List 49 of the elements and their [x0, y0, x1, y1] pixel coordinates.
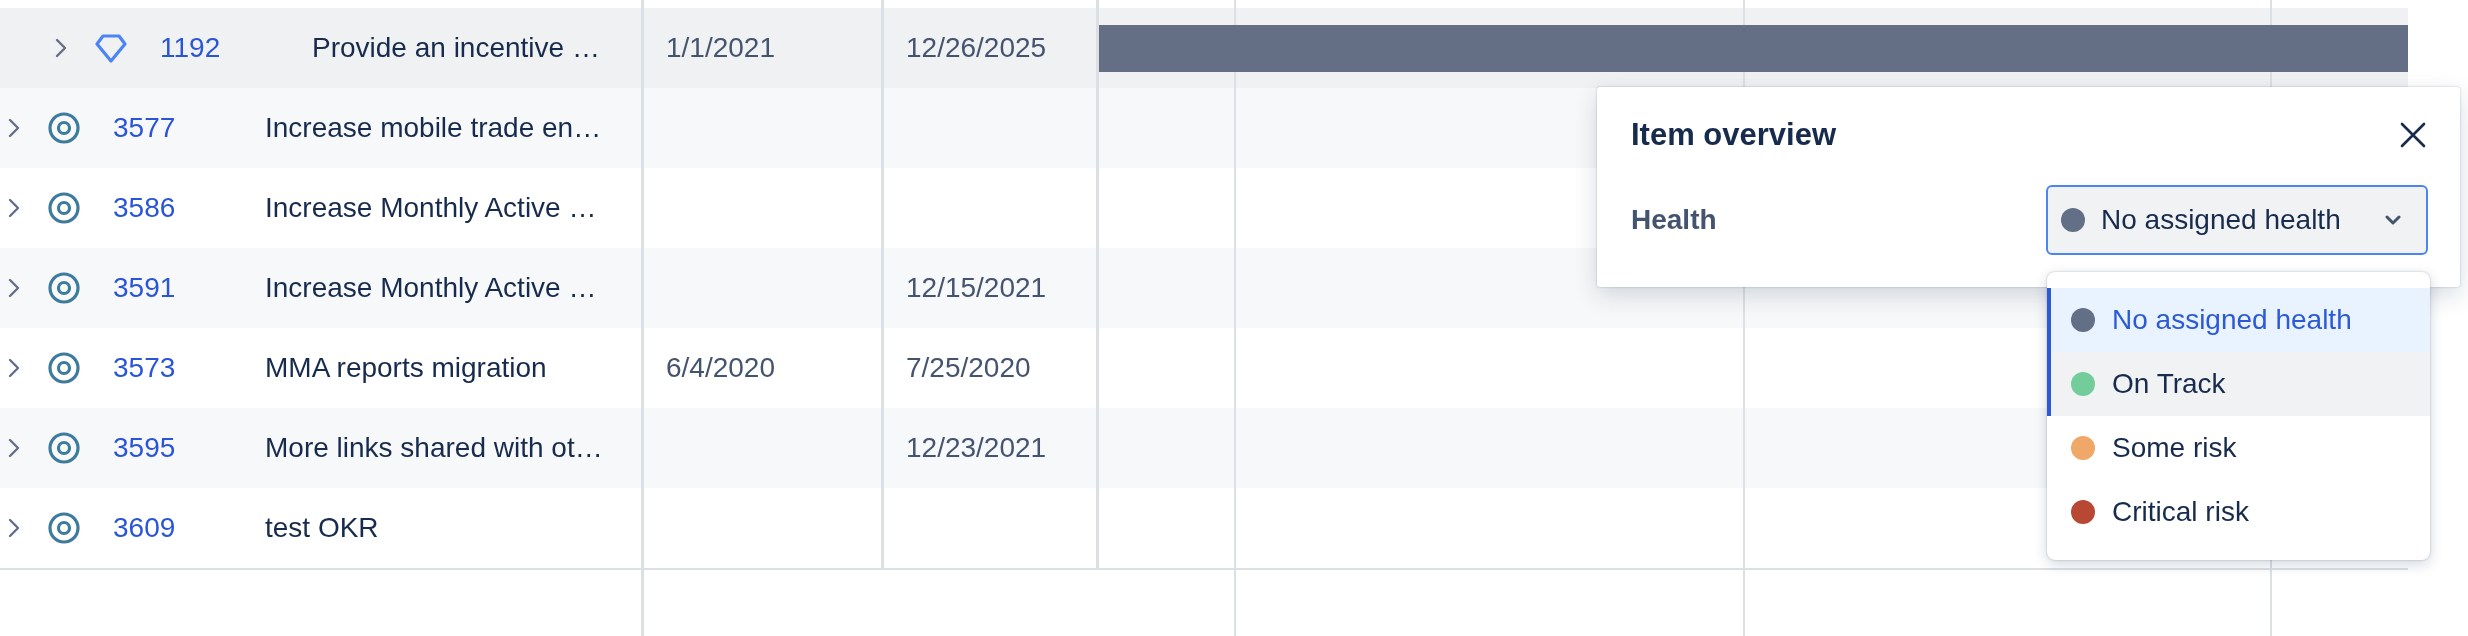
table-row[interactable]: 3577 Increase mobile trade en…	[0, 88, 1099, 168]
start-date: 6/4/2020	[666, 352, 775, 384]
target-icon	[48, 112, 80, 144]
health-option[interactable]: Critical risk	[2047, 480, 2430, 544]
item-title: More links shared with ot…	[265, 432, 603, 464]
chevron-icon[interactable]	[8, 518, 20, 538]
start-date: 1/1/2021	[666, 32, 775, 64]
table-row[interactable]: 3591 Increase Monthly Active … 12/15/2021	[0, 248, 1099, 328]
chevron-icon[interactable]	[8, 358, 20, 378]
health-option[interactable]: Some risk	[2047, 416, 2430, 480]
target-icon	[48, 272, 80, 304]
close-icon	[2400, 122, 2426, 148]
item-title: Increase mobile trade en…	[265, 112, 602, 144]
health-select[interactable]: No assigned health	[2046, 185, 2428, 255]
item-key-link[interactable]: 3586	[113, 192, 265, 224]
dialog-title: Item overview	[1631, 116, 1837, 154]
diamond-icon	[95, 33, 127, 63]
health-label: Health	[1631, 204, 1717, 236]
item-key-link[interactable]: 3609	[113, 512, 265, 544]
health-option[interactable]: On Track	[2047, 352, 2430, 416]
item-key-link[interactable]: 3577	[113, 112, 265, 144]
item-key-link[interactable]: 1192	[160, 32, 312, 64]
chevron-icon[interactable]	[8, 438, 20, 458]
table-row[interactable]: 1192 Provide an incentive … 1/1/2021 12/26/2025	[0, 8, 1099, 88]
table-row[interactable]: 3595 More links shared with ot… 12/23/2021	[0, 408, 1099, 488]
end-date: 12/26/2025	[906, 32, 1047, 64]
item-key-link[interactable]: 3573	[113, 352, 265, 384]
item-title: Provide an incentive …	[312, 32, 600, 64]
chevron-down-icon	[2385, 215, 2401, 225]
target-icon	[48, 432, 80, 464]
item-title: Increase Monthly Active …	[265, 192, 597, 224]
target-icon	[48, 512, 80, 544]
end-date: 12/23/2021	[906, 432, 1047, 464]
item-title: Increase Monthly Active …	[265, 272, 597, 304]
item-title: test OKR	[265, 512, 379, 544]
chevron-icon[interactable]	[55, 38, 67, 58]
timeline-bar[interactable]	[1099, 24, 2408, 72]
end-date: 7/25/2020	[906, 352, 1031, 384]
chevron-icon[interactable]	[8, 198, 20, 218]
item-title: MMA reports migration	[265, 352, 547, 384]
end-date: 12/15/2021	[906, 272, 1047, 304]
target-icon	[48, 352, 80, 384]
item-key-link[interactable]: 3591	[113, 272, 265, 304]
close-button[interactable]	[2398, 120, 2428, 150]
item-key-link[interactable]: 3595	[113, 432, 265, 464]
target-icon	[48, 192, 80, 224]
health-option[interactable]: No assigned health	[2047, 288, 2430, 352]
chevron-icon[interactable]	[8, 278, 20, 298]
chevron-icon[interactable]	[8, 118, 20, 138]
